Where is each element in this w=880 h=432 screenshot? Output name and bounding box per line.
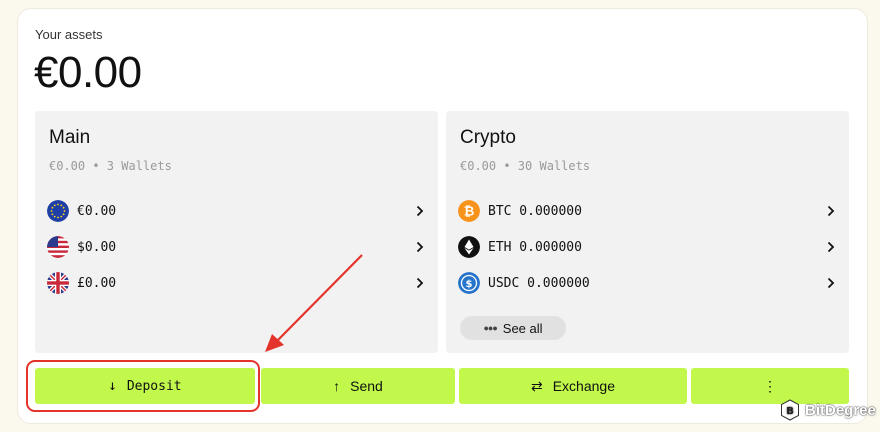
main-wallets-panel: Main €0.00 • 3 Wallets €0.00 $0.00 £0.00 <box>35 111 438 353</box>
chevron-right-icon <box>414 241 426 253</box>
send-label: Send <box>350 378 383 394</box>
bitdegree-watermark: B BitDegree <box>780 399 876 421</box>
ethereum-icon <box>458 236 480 258</box>
arrow-up-icon: ↑ <box>333 378 341 394</box>
panel-title: Crypto <box>460 127 516 148</box>
wallet-row-usdc[interactable]: $ USDC 0.000000 <box>458 269 837 297</box>
chevron-right-icon <box>825 277 837 289</box>
exchange-button[interactable]: ⇄ Exchange <box>459 368 687 404</box>
watermark-text: BitDegree <box>805 401 876 419</box>
svg-text:B: B <box>786 406 794 417</box>
wallet-amount: $0.00 <box>77 239 117 255</box>
wallet-row-eur[interactable]: €0.00 <box>47 197 426 225</box>
wallet-amount: USDC 0.000000 <box>488 275 590 291</box>
chevron-right-icon <box>414 277 426 289</box>
dots-icon: ●●● <box>483 323 497 333</box>
usdc-icon: $ <box>458 272 480 294</box>
panel-subtitle: €0.00 • 3 Wallets <box>49 159 172 173</box>
wallet-row-eth[interactable]: ETH 0.000000 <box>458 233 837 261</box>
wallet-amount: ETH 0.000000 <box>488 239 582 255</box>
eu-flag-icon <box>47 200 69 222</box>
bitdegree-logo-icon: B <box>781 399 799 421</box>
chevron-right-icon <box>825 241 837 253</box>
wallet-amount: £0.00 <box>77 275 117 291</box>
us-flag-icon <box>47 236 69 258</box>
wallet-row-usd[interactable]: $0.00 <box>47 233 426 261</box>
crypto-wallets-panel: Crypto €0.00 • 30 Wallets ₿ BTC 0.000000… <box>446 111 849 353</box>
swap-arrows-icon: ⇄ <box>530 377 543 394</box>
deposit-button[interactable]: ↓ Deposit <box>35 368 255 404</box>
wallet-amount: €0.00 <box>77 203 117 219</box>
svg-text:₿: ₿ <box>464 205 475 220</box>
arrow-down-icon: ↓ <box>108 378 117 394</box>
panel-subtitle: €0.00 • 30 Wallets <box>460 159 591 173</box>
panel-title: Main <box>49 127 91 148</box>
uk-flag-icon <box>47 272 69 294</box>
see-all-button[interactable]: ●●● See all <box>460 316 566 340</box>
wallet-row-gbp[interactable]: £0.00 <box>47 269 426 297</box>
chevron-right-icon <box>825 205 837 217</box>
bitcoin-icon: ₿ <box>458 200 480 222</box>
wallet-row-btc[interactable]: ₿ BTC 0.000000 <box>458 197 837 225</box>
see-all-label: See all <box>502 320 543 336</box>
chevron-right-icon <box>414 205 426 217</box>
total-balance: €0.00 <box>34 48 142 97</box>
exchange-label: Exchange <box>552 378 615 394</box>
more-vertical-icon: ⋮ <box>763 377 777 394</box>
deposit-label: Deposit <box>126 378 182 394</box>
wallet-amount: BTC 0.000000 <box>488 203 582 219</box>
svg-text:$: $ <box>466 279 473 290</box>
assets-label: Your assets <box>35 27 103 42</box>
send-button[interactable]: ↑ Send <box>261 368 455 404</box>
